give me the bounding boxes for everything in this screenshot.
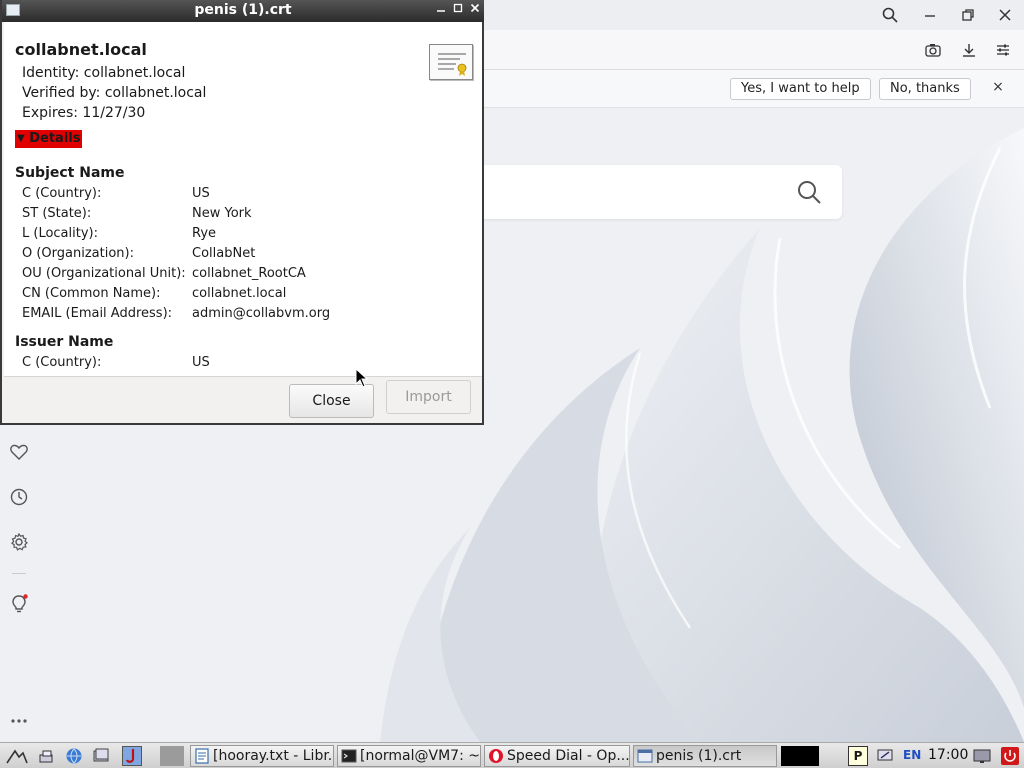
pager-icon[interactable] <box>160 746 184 766</box>
issuer-row-label: C (Country): <box>22 355 102 370</box>
certificate-icon <box>429 44 473 80</box>
subject-row-value: CollabNet <box>192 246 256 261</box>
subject-row-label: ST (State): <box>22 206 92 221</box>
network-icon[interactable] <box>876 746 896 766</box>
subject-row-value: New York <box>192 206 252 221</box>
subject-row-value: collabnet.local <box>192 286 287 301</box>
verified-by-text: Verified by: collabnet.local <box>22 85 207 101</box>
app-launcher-icon[interactable] <box>122 746 142 766</box>
infobar-close-icon[interactable]: × <box>989 79 1007 99</box>
task-terminal[interactable]: [normal@VM7: ~] <box>337 745 481 767</box>
start-menu-icon[interactable] <box>4 746 30 766</box>
subject-row-value: collabnet_RootCA <box>192 266 306 281</box>
text-document-icon <box>195 748 209 764</box>
certificate-name: collabnet.local <box>15 40 147 59</box>
window-icon <box>637 749 653 763</box>
browser-search-icon[interactable] <box>878 4 902 26</box>
search-icon[interactable] <box>796 179 822 205</box>
clock[interactable]: 17:00 <box>928 747 968 763</box>
parcellite-icon[interactable]: P <box>848 746 868 766</box>
show-desktop-icon[interactable] <box>38 746 58 766</box>
dialog-titlebar[interactable]: penis (1).crt <box>2 0 484 22</box>
subject-row-label: CN (Common Name): <box>22 286 161 301</box>
issuer-name-heading: Issuer Name <box>15 334 114 350</box>
subject-row-label: OU (Organizational Unit): <box>22 266 186 281</box>
lightbulb-icon[interactable] <box>8 593 30 615</box>
yes-help-button[interactable]: Yes, I want to help <box>730 78 871 100</box>
no-thanks-button[interactable]: No, thanks <box>879 78 971 100</box>
task-certificate[interactable]: penis (1).crt <box>633 745 777 767</box>
subject-row-value: Rye <box>192 226 217 241</box>
dialog-separator <box>4 376 482 377</box>
taskbar: [hooray.txt - Libr... [normal@VM7: ~] Sp… <box>0 742 1024 768</box>
subject-row-value: admin@collabvm.org <box>192 306 331 321</box>
subject-name-heading: Subject Name <box>15 165 125 181</box>
camera-icon[interactable] <box>922 39 944 61</box>
minimize-icon[interactable] <box>434 3 448 17</box>
heart-icon[interactable] <box>8 441 30 463</box>
more-icon[interactable] <box>8 710 30 732</box>
lock-screen-icon[interactable] <box>972 746 992 766</box>
subject-row-label: EMAIL (Email Address): <box>22 306 173 321</box>
browser-launcher-icon[interactable] <box>64 746 84 766</box>
restore-icon[interactable] <box>956 4 980 26</box>
opera-icon <box>489 749 503 763</box>
terminal-icon <box>341 749 357 763</box>
clock-icon[interactable] <box>8 486 30 508</box>
power-icon[interactable] <box>1000 746 1020 766</box>
minimize-icon[interactable] <box>918 4 942 26</box>
sliders-icon[interactable] <box>992 39 1014 61</box>
dialog-title: penis (1).crt <box>194 2 292 18</box>
task-label: Speed Dial - Op... <box>507 748 630 764</box>
tray-applet <box>781 746 819 766</box>
speed-dial-search-box[interactable] <box>470 165 842 219</box>
details-expander[interactable]: ▼ Details <box>15 130 83 148</box>
file-manager-icon[interactable] <box>92 746 112 766</box>
download-icon[interactable] <box>958 39 980 61</box>
triangle-down-icon: ▼ <box>17 133 25 144</box>
subject-row-label: C (Country): <box>22 186 102 201</box>
issuer-row-value: US <box>192 355 210 370</box>
gear-icon[interactable] <box>8 531 30 553</box>
subject-row-value: US <box>192 186 210 201</box>
close-button[interactable]: Close <box>289 384 374 418</box>
task-speed-dial[interactable]: Speed Dial - Op... <box>484 745 630 767</box>
keyboard-layout-indicator[interactable]: EN <box>903 748 921 762</box>
close-window-icon[interactable] <box>993 4 1017 26</box>
import-button[interactable]: Import <box>386 380 471 414</box>
task-label: [normal@VM7: ~] <box>360 748 481 764</box>
task-hooray-txt[interactable]: [hooray.txt - Libr... <box>190 745 334 767</box>
close-icon[interactable] <box>468 3 482 17</box>
certificate-dialog: penis (1).crt collabnet.local Identity: … <box>0 0 484 425</box>
sidebar-separator <box>12 573 26 574</box>
identity-text: Identity: collabnet.local <box>22 65 186 81</box>
mouse-cursor-icon <box>355 368 369 388</box>
subject-row-label: O (Organization): <box>22 246 134 261</box>
subject-row-label: L (Locality): <box>22 226 98 241</box>
details-label: Details <box>29 131 81 146</box>
task-label: [hooray.txt - Libr... <box>213 748 334 764</box>
maximize-icon[interactable] <box>451 3 465 17</box>
certificate-details-pane[interactable]: collabnet.local Identity: collabnet.loca… <box>4 22 482 376</box>
expires-text: Expires: 11/27/30 <box>22 105 146 121</box>
task-label: penis (1).crt <box>656 748 742 764</box>
